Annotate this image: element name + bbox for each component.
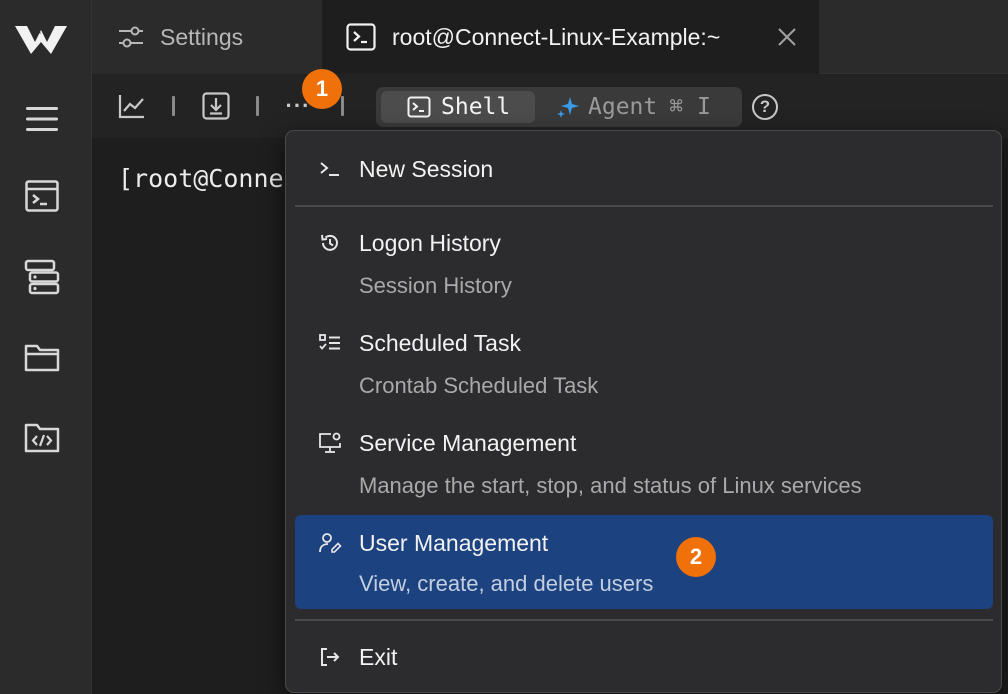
agent-shortcut: ⌘ I	[669, 94, 711, 120]
mode-switcher: Shell Agent ⌘ I	[376, 87, 742, 127]
step-badge-1: 1	[302, 69, 342, 109]
terminal-prompt-line: [root@Conne	[118, 164, 284, 193]
menu-item-label: Scheduled Task	[359, 330, 521, 356]
sliders-icon	[118, 25, 144, 49]
tab-terminal[interactable]: root@Connect-Linux-Example:~	[322, 0, 819, 74]
tab-settings-label: Settings	[160, 23, 244, 50]
shell-icon	[407, 96, 431, 118]
menu-item-description: Crontab Scheduled Task	[359, 373, 599, 398]
menu-item-label: User Management	[359, 530, 549, 556]
terminal-icon[interactable]	[21, 175, 63, 217]
terminal-prompt-icon	[317, 156, 343, 182]
menu-item-description: Manage the start, stop, and status of Li…	[359, 473, 862, 498]
shell-mode-label: Shell	[441, 94, 511, 120]
task-list-icon	[317, 330, 343, 356]
menu-item-scheduled-task[interactable]: Scheduled Task Crontab Scheduled Task	[295, 317, 993, 411]
agent-mode-label: Agent	[588, 94, 658, 120]
servers-icon[interactable]	[21, 256, 63, 298]
menu-item-logon-history[interactable]: Logon History Session History	[295, 217, 993, 311]
download-icon[interactable]	[200, 90, 232, 122]
toolbar-divider	[256, 96, 259, 116]
close-icon[interactable]	[773, 23, 801, 51]
menu-item-label: New Session	[359, 156, 494, 182]
menu-item-description: Session History	[359, 273, 512, 298]
menu-item-new-session[interactable]: New Session	[295, 143, 993, 197]
menu-item-service-management[interactable]: Service Management Manage the start, sto…	[295, 417, 993, 511]
terminal-tab-icon	[346, 23, 376, 51]
monitor-gear-icon	[317, 430, 343, 456]
history-icon	[317, 230, 343, 256]
menu-item-label: Exit	[359, 644, 398, 670]
help-icon[interactable]: ?	[752, 94, 778, 120]
tab-terminal-label: root@Connect-Linux-Example:~	[392, 23, 721, 50]
shell-mode-button[interactable]: Shell	[381, 91, 535, 123]
tab-bar: Settings root@Connect-Linux-Example:~	[92, 0, 1008, 74]
chart-icon[interactable]	[116, 90, 148, 122]
session-toolbar: ··· Shell Agent ⌘ I ?	[92, 74, 1008, 138]
agent-mode-button[interactable]: Agent ⌘ I	[556, 91, 711, 123]
sparkle-icon	[556, 95, 580, 119]
more-actions-menu: New Session Logon History Session Histor…	[285, 130, 1002, 693]
toolbar-divider	[341, 96, 344, 116]
step-badge-2: 2	[676, 537, 716, 577]
menu-item-exit[interactable]: Exit	[295, 631, 993, 685]
tab-settings[interactable]: Settings	[92, 0, 322, 74]
side-rail	[0, 0, 92, 694]
menu-item-user-management[interactable]: User Management View, create, and delete…	[295, 515, 993, 609]
code-folder-icon[interactable]	[21, 416, 63, 458]
user-edit-icon	[317, 530, 343, 556]
menu-item-description: View, create, and delete users	[359, 571, 654, 596]
exit-icon	[317, 644, 343, 670]
folder-icon[interactable]	[21, 336, 63, 378]
app-logo[interactable]	[13, 20, 69, 60]
menu-divider	[295, 619, 993, 621]
menu-item-label: Service Management	[359, 430, 577, 456]
menu-divider	[295, 205, 993, 207]
toolbar-divider	[172, 96, 175, 116]
menu-item-label: Logon History	[359, 230, 501, 256]
hamburger-menu-icon[interactable]	[21, 98, 63, 140]
